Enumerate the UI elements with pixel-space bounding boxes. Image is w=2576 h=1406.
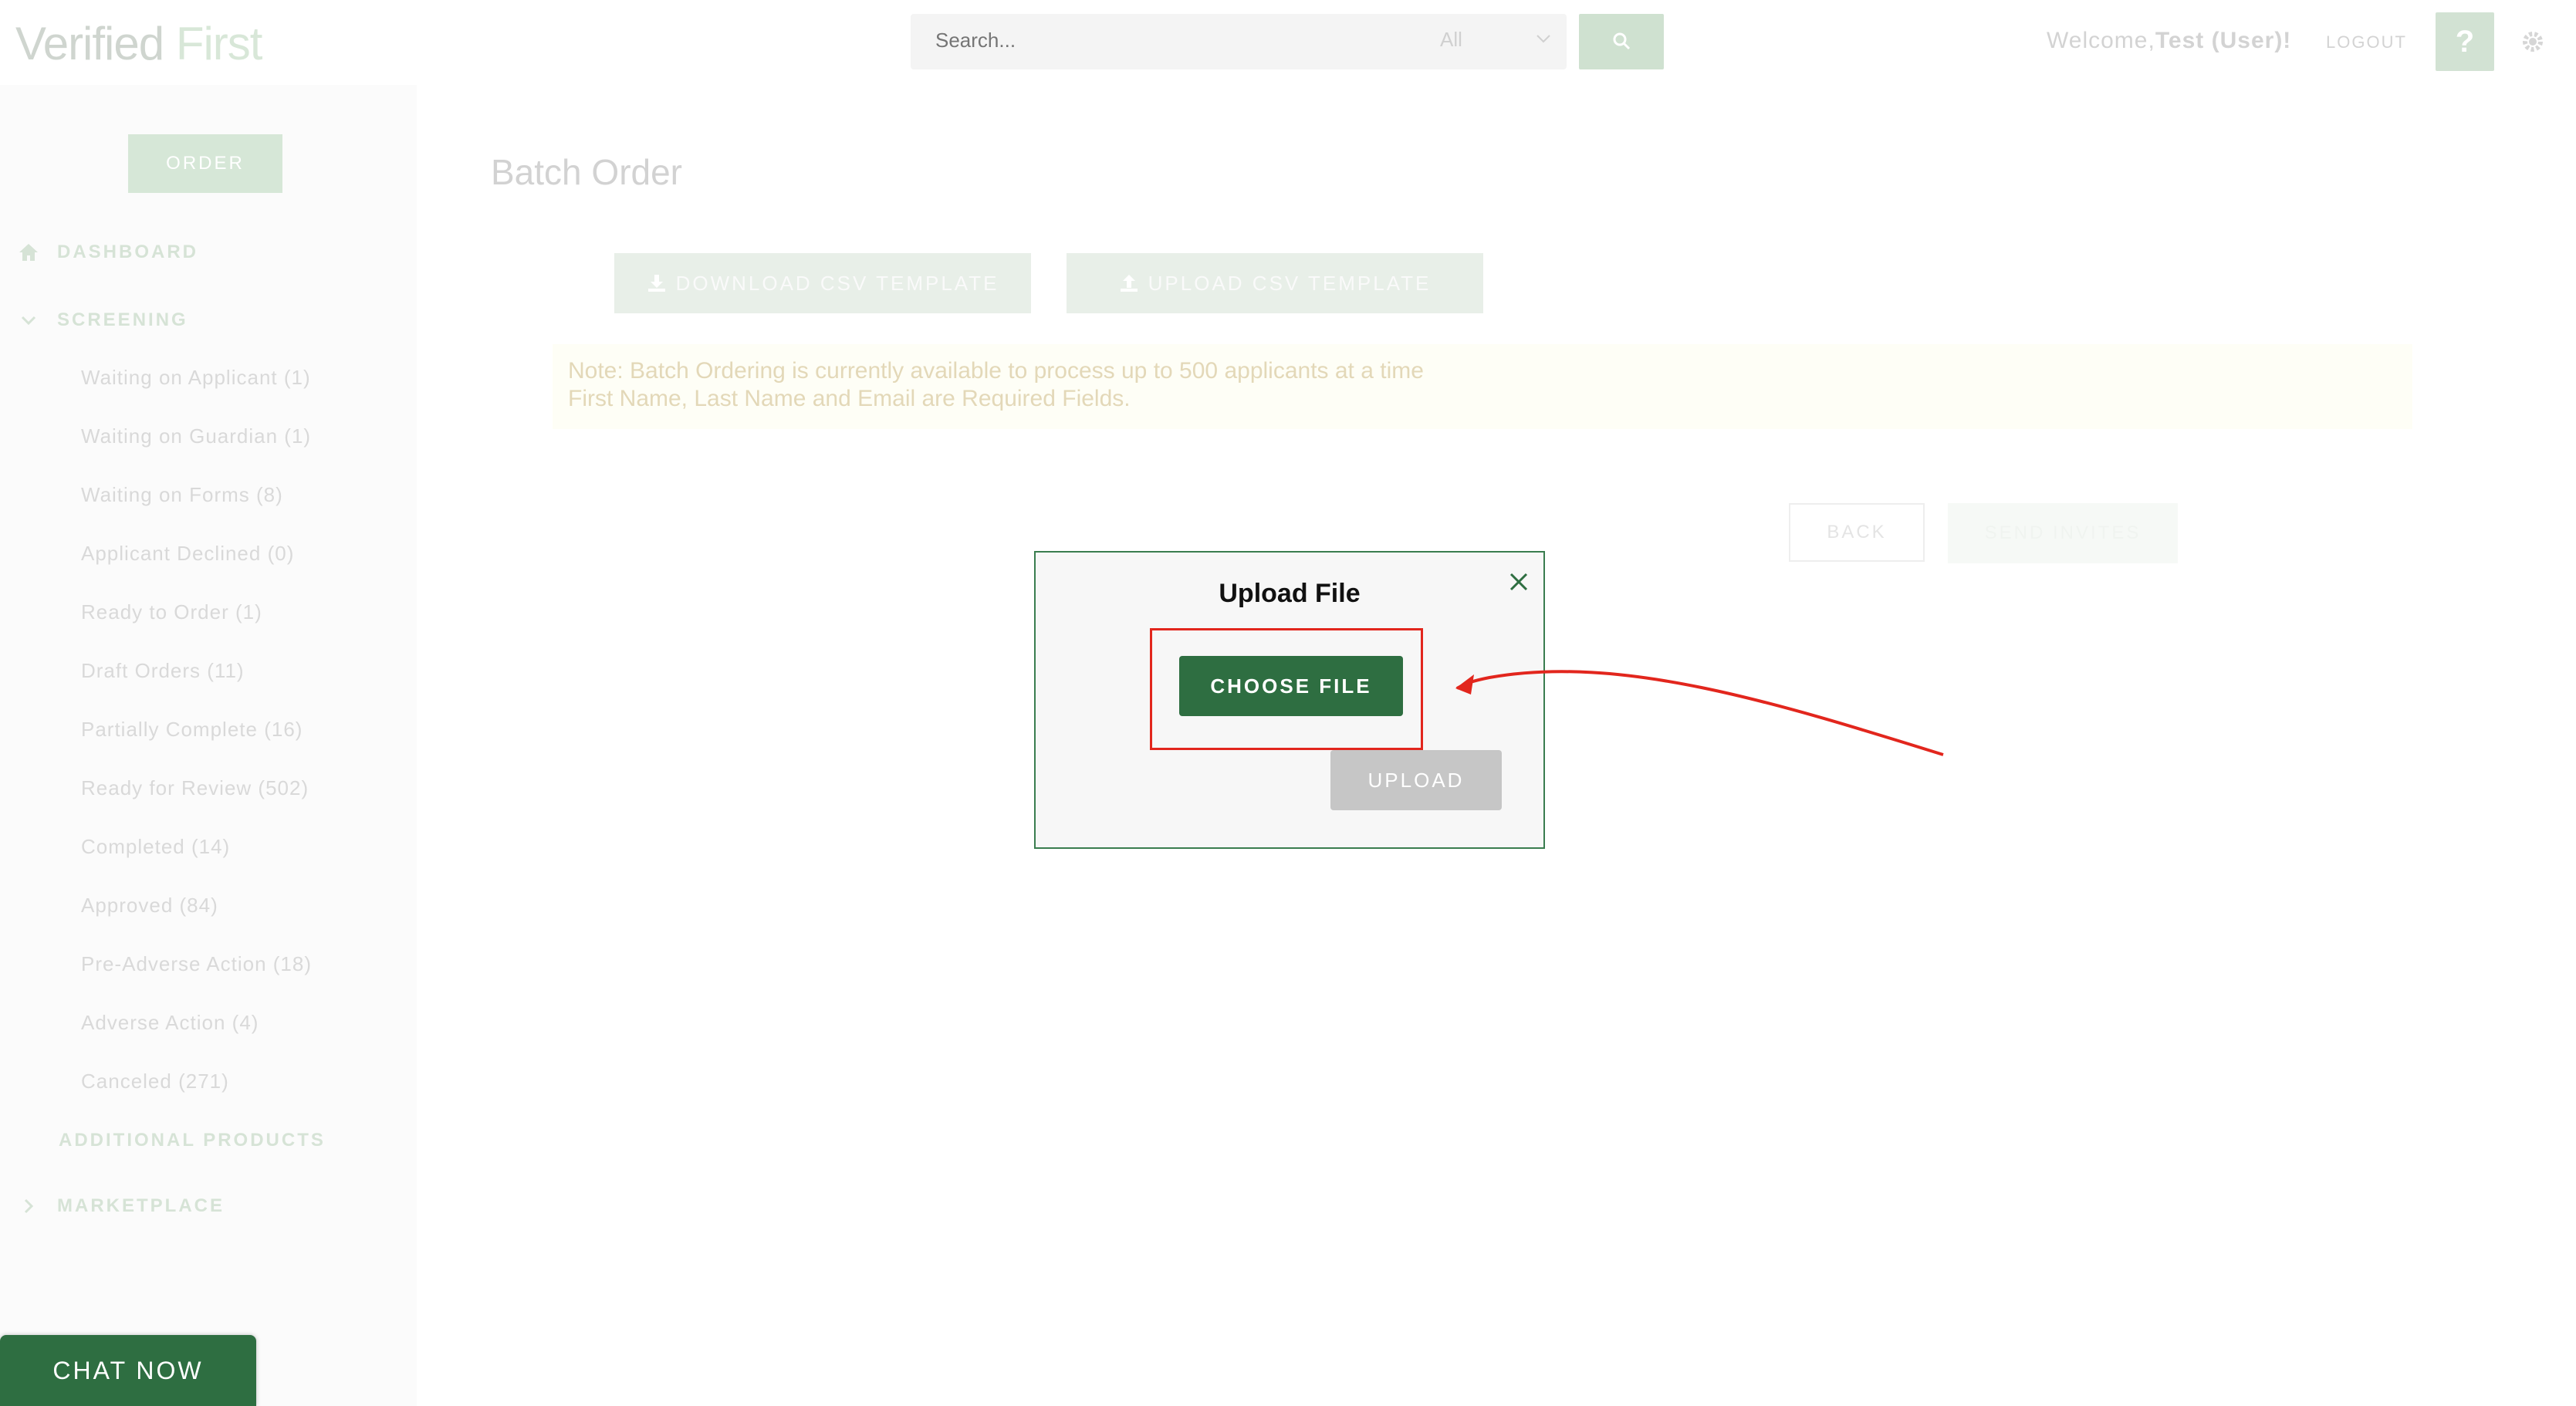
help-button[interactable]: ?	[2436, 12, 2494, 71]
modal-title: Upload File	[1219, 579, 1361, 608]
close-icon[interactable]	[1505, 568, 1533, 596]
chevron-right-icon	[24, 1198, 34, 1214]
sidebar-item-dashboard[interactable]: DASHBOARD	[17, 241, 198, 264]
sidebar-item-label: SCREENING	[57, 309, 188, 330]
chat-now-button[interactable]: CHAT NOW	[0, 1335, 256, 1406]
upload-file-modal: Upload File CHOOSE FILE UPLOAD	[1034, 551, 1545, 849]
logo-first: First	[175, 18, 263, 69]
sidebar-subitem[interactable]: Waiting on Guardian (1)	[81, 424, 311, 448]
choose-file-button[interactable]: CHOOSE FILE	[1179, 656, 1403, 716]
welcome-prefix: Welcome,	[2047, 28, 2155, 53]
download-csv-label: DOWNLOAD CSV TEMPLATE	[675, 271, 999, 295]
sidebar-subitem[interactable]: Ready to Order (1)	[81, 600, 262, 624]
download-icon	[647, 275, 665, 292]
sidebar-subitem[interactable]: Partially Complete (16)	[81, 718, 303, 742]
sidebar-subitem[interactable]: Waiting on Applicant (1)	[81, 366, 311, 390]
sidebar-subitem[interactable]: Pre-Adverse Action (18)	[81, 952, 312, 976]
sidebar-subitem[interactable]: Adverse Action (4)	[81, 1011, 259, 1035]
note-line-2: First Name, Last Name and Email are Requ…	[568, 386, 1131, 411]
note-line-1: Note: Batch Ordering is currently availa…	[568, 358, 1424, 384]
sidebar-subitem[interactable]: Applicant Declined (0)	[81, 542, 294, 566]
search-button[interactable]	[1579, 14, 1664, 69]
sidebar-subitem[interactable]: Waiting on Forms (8)	[81, 483, 283, 507]
search-icon	[1613, 32, 1631, 49]
download-csv-template-button[interactable]: DOWNLOAD CSV TEMPLATE	[614, 253, 1031, 313]
search-filter-select[interactable]: All	[1440, 28, 1462, 52]
logo-verified: Verified	[15, 18, 164, 69]
sidebar-item-label: DASHBOARD	[57, 242, 198, 262]
sidebar-subitem[interactable]: Approved (84)	[81, 894, 218, 918]
sidebar-item-marketplace[interactable]: MARKETPLACE	[17, 1195, 225, 1218]
upload-csv-label: UPLOAD CSV TEMPLATE	[1148, 271, 1432, 295]
back-button[interactable]: BACK	[1789, 503, 1925, 562]
logout-link[interactable]: LOGOUT	[2326, 32, 2407, 52]
order-button[interactable]: ORDER	[128, 134, 282, 193]
sidebar-subitem[interactable]: Draft Orders (11)	[81, 659, 245, 683]
upload-button[interactable]: UPLOAD	[1330, 750, 1502, 810]
logo: Verified First	[15, 17, 262, 70]
sidebar-subitem[interactable]: Canceled (271)	[81, 1070, 229, 1093]
sidebar-item-additional-products[interactable]: ADDITIONAL PRODUCTS	[59, 1130, 326, 1151]
sidebar-subitem[interactable]: Completed (14)	[81, 835, 230, 859]
welcome-text: Welcome,Test (User)!	[2047, 28, 2291, 54]
search-input[interactable]	[934, 28, 1400, 53]
chevron-down-icon[interactable]	[1536, 31, 1551, 46]
sidebar-item-label: MARKETPLACE	[57, 1195, 225, 1216]
welcome-user: Test (User)!	[2155, 28, 2292, 53]
sidebar-item-screening[interactable]: SCREENING	[17, 309, 188, 332]
upload-csv-template-button[interactable]: UPLOAD CSV TEMPLATE	[1067, 253, 1483, 313]
send-invites-button[interactable]: SEND INVITES	[1948, 503, 2178, 563]
app-root: Verified First All Welcome,Test (User)! …	[0, 0, 2576, 1406]
sidebar-item-label: ADDITIONAL PRODUCTS	[59, 1130, 326, 1151]
home-icon	[19, 244, 38, 261]
page-title: Batch Order	[491, 152, 682, 192]
chevron-down-icon	[21, 316, 36, 326]
sidebar-subitem[interactable]: Ready for Review (502)	[81, 776, 309, 800]
top-bar: Verified First All Welcome,Test (User)! …	[0, 0, 2576, 85]
upload-icon	[1120, 275, 1138, 292]
gear-icon[interactable]	[2519, 28, 2547, 56]
